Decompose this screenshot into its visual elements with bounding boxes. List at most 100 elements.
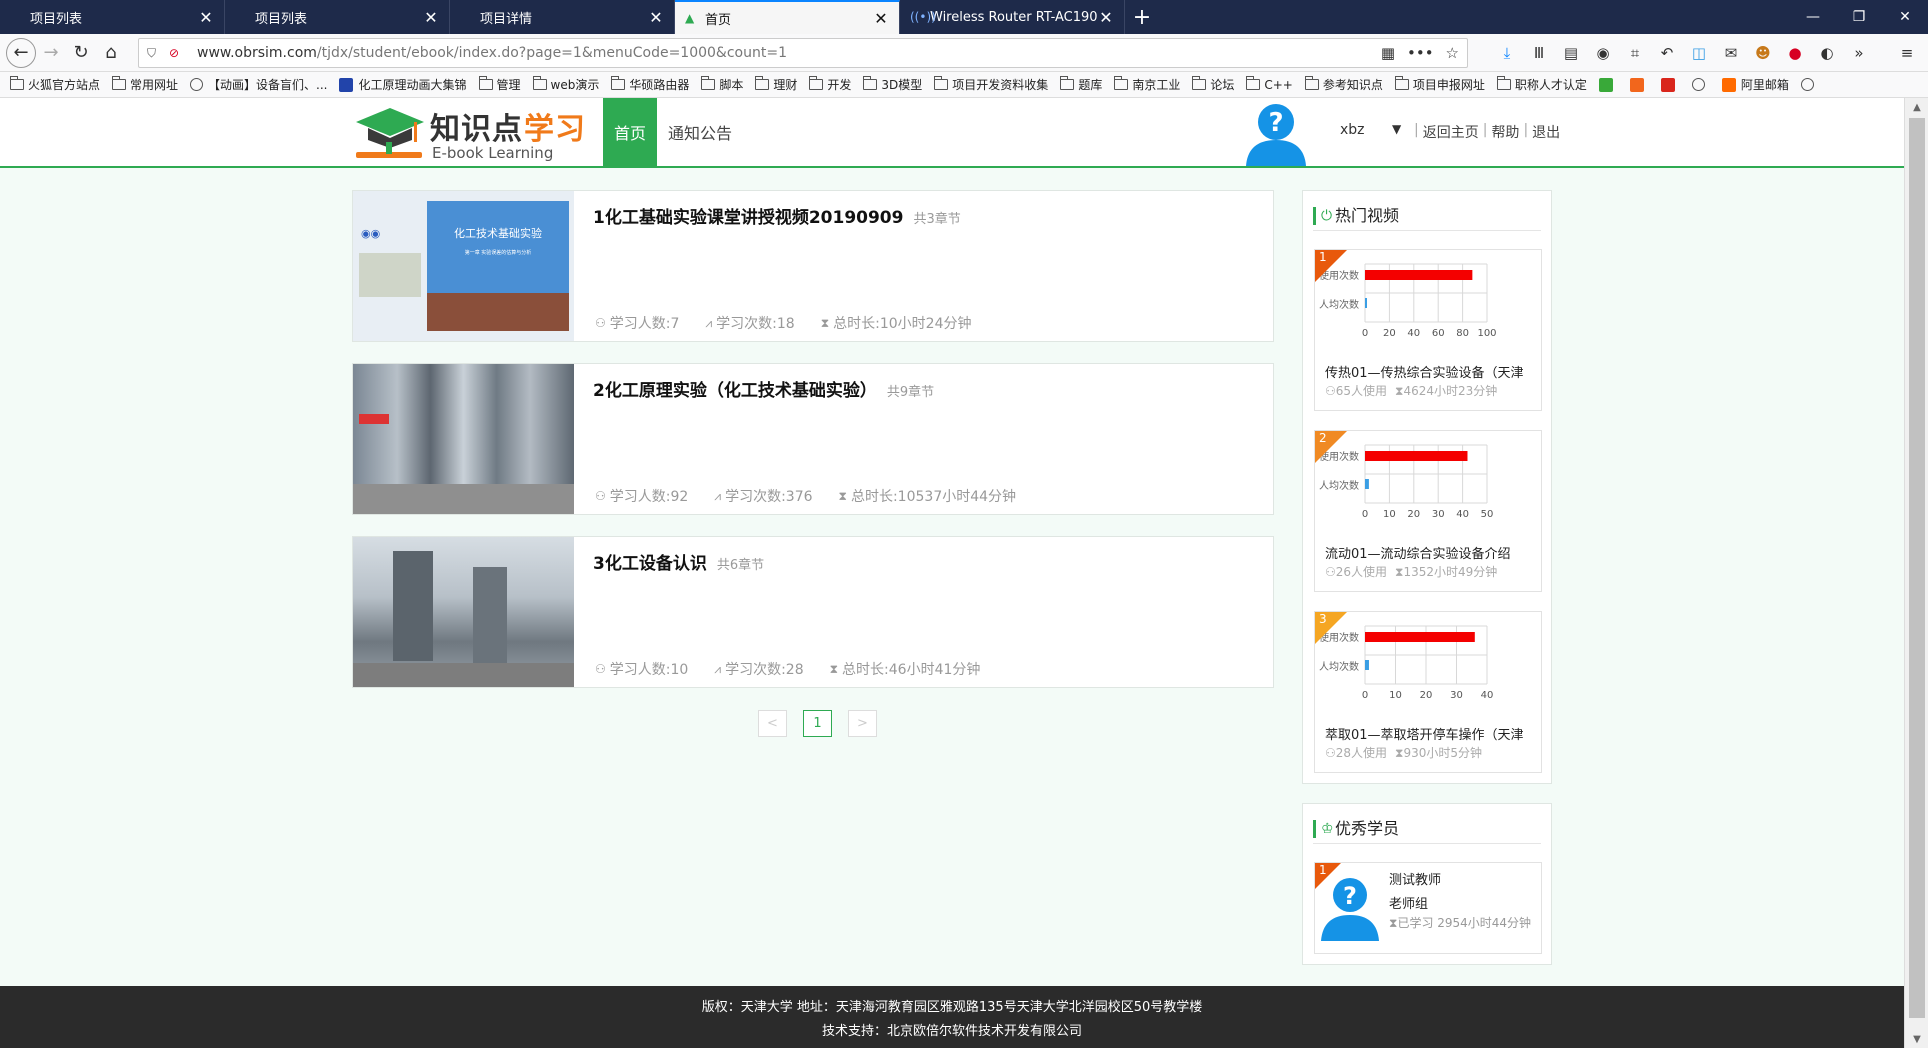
course-title[interactable]: 3化工设备认识 共6章节 [593, 549, 764, 574]
reload-button[interactable]: ↻ [66, 38, 96, 68]
bookmark-item[interactable]: 项目开发资料收集 [934, 76, 1048, 93]
bookmark-item[interactable]: 华硕路由器 [611, 76, 689, 93]
course-thumbnail[interactable] [353, 364, 574, 514]
video-name[interactable]: 传热01—传热综合实验设备（天津 [1325, 362, 1539, 381]
bookmark-item[interactable] [1800, 78, 1819, 91]
close-icon[interactable]: ✕ [648, 8, 664, 27]
video-time: ⧗930小时5分钟 [1395, 744, 1482, 761]
browser-tab[interactable]: 项目列表 ✕ [225, 0, 450, 34]
close-icon[interactable]: ✕ [423, 8, 439, 27]
course-card[interactable]: 化工技术基础实验 第一章 实验误差的估算与分析 ◉◉ 1化工基础实验课堂讲授视频… [352, 190, 1274, 342]
menu-icon[interactable]: ≡ [1895, 38, 1919, 68]
folder-icon [1060, 76, 1075, 90]
course-thumbnail[interactable] [353, 537, 574, 687]
nav-item-home[interactable]: 首页 [603, 98, 658, 166]
bookmark-item[interactable] [1691, 78, 1710, 91]
shield-icon[interactable]: ⛉ [147, 46, 165, 61]
restore-icon[interactable]: ❐ [1836, 0, 1882, 34]
nav-item-notices[interactable]: 通知公告 [657, 98, 743, 166]
close-window-icon[interactable]: ✕ [1882, 0, 1928, 34]
extension-icon[interactable]: ☻ [1751, 38, 1775, 68]
back-button[interactable]: ← [6, 37, 36, 68]
bookmark-item[interactable]: 参考知识点 [1304, 76, 1383, 93]
qr-code-icon[interactable]: ▦ [1381, 44, 1395, 62]
mail-icon[interactable]: ✉ [1719, 38, 1743, 68]
course-card[interactable]: 3化工设备认识 共6章节 ⚇ 学习人数:10 ⩘ 学习次数:28 ⧗ 总时长:46小时4… [352, 536, 1274, 688]
next-page-button[interactable]: > [848, 710, 877, 737]
bookmark-item[interactable] [1660, 77, 1680, 92]
screenshot-icon[interactable]: ⌗ [1623, 38, 1647, 68]
bookmark-item[interactable]: 项目申报网址 [1394, 76, 1485, 93]
bookmark-item[interactable]: C++ [1246, 76, 1293, 92]
browser-tab-active[interactable]: ▲ 首页 ✕ [675, 0, 900, 34]
minimize-icon[interactable]: — [1790, 0, 1836, 34]
download-icon[interactable]: ⤓ [1495, 38, 1519, 68]
video-name[interactable]: 萃取01—萃取塔开停车操作（天津 [1325, 724, 1539, 743]
course-title[interactable]: 1化工基础实验课堂讲授视频20190909 共3章节 [593, 203, 961, 228]
browser-tab[interactable]: 项目详情 ✕ [450, 0, 675, 34]
course-title[interactable]: 2化工原理实验（化工技术基础实验） 共9章节 [593, 376, 934, 401]
prev-page-button[interactable]: < [758, 710, 787, 737]
new-tab-button[interactable]: + [1125, 0, 1159, 34]
chevron-down-icon[interactable]: ▼ [1392, 122, 1401, 136]
link-return-home[interactable]: 返回主页 [1423, 122, 1479, 142]
url-bar[interactable]: ⛉ ⊘ www.obrsim.com/tjdx/student/ebook/in… [138, 38, 1468, 68]
course-thumbnail[interactable]: 化工技术基础实验 第一章 实验误差的估算与分析 ◉◉ [353, 191, 574, 341]
bookmark-item[interactable]: 3D模型 [863, 76, 922, 93]
bookmark-item[interactable]: 常用网址 [112, 76, 178, 93]
bookmark-item[interactable]: 理财 [755, 76, 797, 93]
bookmark-star-icon[interactable]: ☆ [1446, 44, 1459, 62]
more-actions-icon[interactable]: ••• [1407, 44, 1434, 62]
browser-tab[interactable]: 项目列表 ✕ [0, 0, 225, 34]
stat-duration: ⧗ 总时长:10小时24分钟 [821, 313, 972, 333]
user-avatar-icon[interactable]: ? [1242, 98, 1310, 166]
bookmark-item[interactable]: 化工原理动画大集锦 [339, 76, 467, 93]
hot-video-card[interactable]: 0 20 40 60 80 100 使用次数 人均次数 1 传热01—传热综合实验设备（天津 … [1314, 249, 1542, 411]
bookmark-item[interactable]: 阿里邮箱 [1721, 76, 1789, 93]
course-card[interactable]: 2化工原理实验（化工技术基础实验） 共9章节 ⚇ 学习人数:92 ⩘ 学习次数:376… [352, 363, 1274, 515]
undo-icon[interactable]: ↶ [1655, 38, 1679, 68]
bookmark-item[interactable]: 【动画】设备盲们、... [190, 76, 327, 93]
bookmark-item[interactable] [1598, 77, 1618, 92]
video-name[interactable]: 流动01—流动综合实验设备介绍 [1325, 543, 1539, 562]
bookmark-item[interactable]: 论坛 [1192, 76, 1234, 93]
bookmark-item[interactable]: 职称人才认定 [1496, 76, 1587, 93]
student-name: 测试教师 [1389, 873, 1442, 888]
scroll-down-icon[interactable]: ▼ [1905, 1030, 1928, 1048]
username[interactable]: xbz [1340, 122, 1365, 138]
thumb-slide-main: 化工技术基础实验 第一章 实验误差的估算与分析 [427, 201, 569, 331]
bookmark-item[interactable]: 火狐官方站点 [10, 76, 100, 93]
site-logo[interactable]: 知识点 学习 E-book Learning [352, 102, 592, 164]
close-icon[interactable]: ✕ [1098, 8, 1114, 27]
translate-icon[interactable]: ◫ [1687, 38, 1711, 68]
scroll-up-icon[interactable]: ▲ [1905, 98, 1928, 116]
scrollbar-thumb[interactable] [1909, 118, 1925, 1018]
overflow-icon[interactable]: » [1847, 38, 1871, 68]
bookmark-item[interactable]: 开发 [809, 76, 851, 93]
bookmarks-bar: 火狐官方站点 常用网址 【动画】设备盲们、... 化工原理动画大集锦 管理 we… [0, 72, 1928, 98]
extension-icon[interactable]: ◐ [1815, 38, 1839, 68]
bookmark-item[interactable]: 南京工业 [1114, 76, 1180, 93]
bookmark-item[interactable]: 脚本 [701, 76, 743, 93]
bookmark-item[interactable] [1629, 77, 1649, 92]
close-icon[interactable]: ✕ [873, 9, 889, 28]
bookmark-item[interactable]: 管理 [478, 76, 521, 93]
hot-video-card[interactable]: 0 10 20 30 40 50 使用次数 人均次数 2 流动01—流动综合实验设备介绍 ⚇2… [1314, 430, 1542, 592]
adblock-icon[interactable]: ● [1783, 38, 1807, 68]
link-help[interactable]: 帮助 [1491, 122, 1519, 142]
bookmark-item[interactable]: web演示 [532, 76, 599, 93]
student-card[interactable]: ? 1 测试教师 老师组 ⧗已学习 2954小时44分钟 [1314, 862, 1542, 954]
link-logout[interactable]: 退出 [1532, 122, 1560, 142]
bookmark-item[interactable]: 题库 [1060, 76, 1102, 93]
sidebar-icon[interactable]: ▤ [1559, 38, 1583, 68]
insecure-lock-icon[interactable]: ⊘ [169, 46, 187, 60]
forward-button[interactable]: → [36, 38, 66, 68]
account-icon[interactable]: ◉ [1591, 38, 1615, 68]
home-button[interactable]: ⌂ [96, 38, 126, 68]
page-button-current[interactable]: 1 [803, 710, 832, 737]
page-scrollbar[interactable]: ▲ ▼ [1904, 98, 1928, 1048]
close-icon[interactable]: ✕ [198, 8, 214, 27]
library-icon[interactable]: Ⅲ [1527, 38, 1551, 68]
hot-video-card[interactable]: 0 10 20 30 40 使用次数 人均次数 3 萃取01—萃取塔开停车操作（天津 ⚇28… [1314, 611, 1542, 773]
browser-tab[interactable]: ((•)) Wireless Router RT-AC1900P ✕ [900, 0, 1125, 34]
